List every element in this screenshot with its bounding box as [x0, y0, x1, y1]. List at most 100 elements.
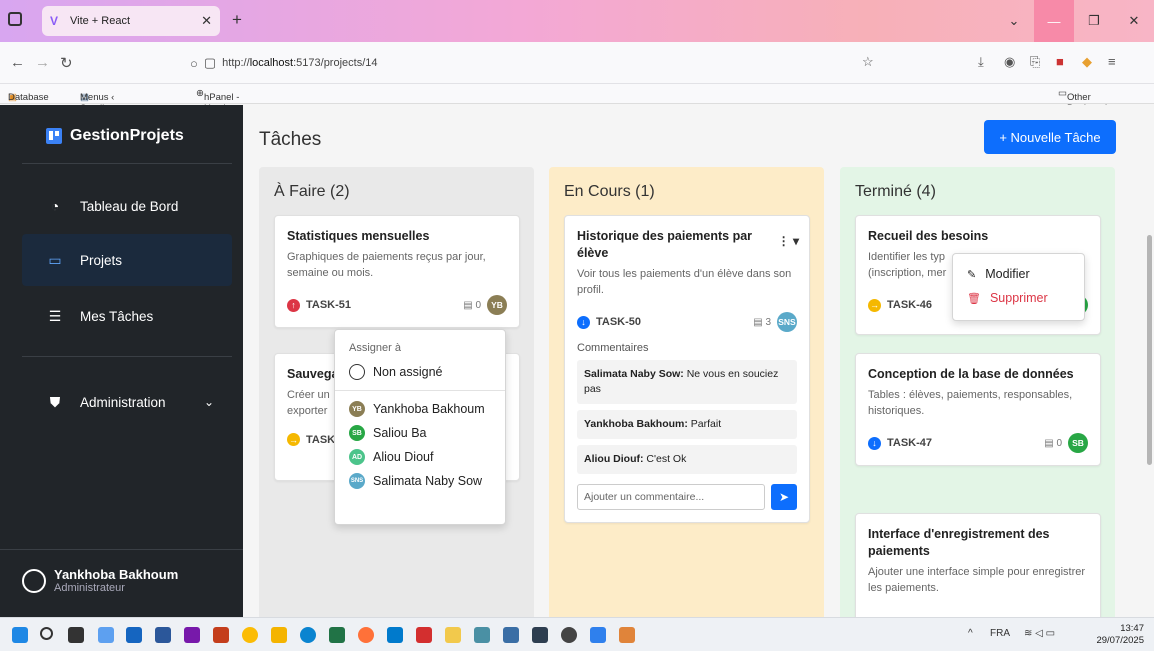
assign-option-user[interactable]: SNS Salimata Naby Sow [335, 469, 505, 493]
assignee-avatar[interactable]: SB [1068, 433, 1088, 453]
divider [22, 163, 232, 164]
avatar: YB [349, 401, 365, 417]
tab-title: Vite + React [70, 15, 131, 27]
other-bookmarks[interactable]: ▭ Other Bookmarks [1058, 88, 1115, 114]
user-name: Yankhoba Bakhoum [54, 567, 179, 582]
menu-icon[interactable]: ≡ [1108, 54, 1116, 69]
pdf-icon[interactable] [416, 627, 432, 643]
account-icon[interactable]: ◉ [1004, 54, 1015, 70]
clock[interactable]: 13:47 29/07/2025 [1096, 623, 1144, 647]
firefox-icon[interactable] [358, 627, 374, 643]
comment-count: ▤ 0 [463, 299, 481, 311]
task-card[interactable]: Statistiques mensuelles Graphiques de pa… [274, 215, 520, 328]
user-role: Administrateur [54, 582, 125, 594]
tab-overview-icon[interactable] [8, 12, 22, 26]
sidebar-item-my-tasks[interactable]: ☰ Mes Tâches [22, 290, 232, 342]
page-icon: ▢ [203, 55, 217, 70]
task-view-icon[interactable] [68, 627, 84, 643]
kanban-icon [46, 128, 62, 144]
assign-option-user[interactable]: YB Yankhoba Bakhoum [335, 397, 505, 421]
restore-icon[interactable]: ❐ [1074, 0, 1114, 42]
task-description: Tables : élèves, paiements, responsables… [868, 389, 1073, 417]
page-title: Tâches [259, 129, 322, 150]
trash-icon: 🗑 [967, 292, 981, 305]
search-icon[interactable] [40, 627, 53, 640]
column-title: En Cours (1) [564, 183, 655, 200]
powerpoint-icon[interactable] [213, 627, 229, 643]
assignee-avatar[interactable]: SNS [777, 312, 797, 332]
excel-icon[interactable] [329, 627, 345, 643]
assignee-avatar[interactable]: YB [487, 295, 507, 315]
list-all-tabs-icon[interactable]: ⌄ [994, 0, 1034, 42]
forward-icon[interactable]: → [35, 54, 50, 71]
delete-menu-item[interactable]: 🗑 Supprimer [953, 286, 1084, 310]
task-description: Ajouter une interface simple pour enregi… [868, 566, 1086, 594]
task-id: TASK-51 [306, 299, 352, 311]
app-icon[interactable] [445, 627, 461, 643]
minimize-icon[interactable]: — [1034, 0, 1074, 42]
language-indicator[interactable]: FRA [990, 628, 1010, 639]
current-user[interactable]: Yankhoba Bakhoum Administrateur [22, 567, 178, 594]
task-card[interactable]: Conception de la base de données Tables … [855, 353, 1101, 466]
clock-time: 13:47 [1120, 623, 1144, 634]
task-card[interactable]: ⋮ ▾ Historique des paiements par élève V… [564, 215, 810, 523]
sidebar-item-administration[interactable]: ⛊ Administration ⌄ [22, 376, 232, 428]
list-icon: ☰ [48, 307, 62, 324]
sidebar-item-dashboard[interactable]: ◔ Tableau de Bord [22, 180, 232, 232]
sidebar-item-projects[interactable]: ▭ Projets [22, 234, 232, 286]
widgets-icon[interactable] [98, 627, 114, 643]
bookmark-hpanel[interactable]: ⊕ hPanel - Hostinger [196, 88, 245, 114]
chevron-up-icon[interactable]: ^ [968, 628, 973, 639]
start-icon[interactable] [12, 627, 28, 643]
task-id: TASK-46 [887, 299, 933, 311]
close-tab-icon[interactable]: ✕ [201, 13, 212, 29]
windows-taskbar: ^ FRA ≋ ◁ ▭ 13:47 29/07/2025 [0, 617, 1154, 651]
vscode-icon[interactable] [387, 627, 403, 643]
camera-icon[interactable] [503, 627, 519, 643]
chatgpt-icon[interactable] [561, 627, 577, 643]
url-host: localhost [249, 57, 294, 69]
wifi-icon[interactable]: ≋ ◁ ▭ [1024, 628, 1055, 639]
divider [22, 356, 232, 357]
extension-orange-icon[interactable]: ◆ [1082, 54, 1092, 70]
onenote-icon[interactable] [184, 627, 200, 643]
bookmark-star-icon[interactable]: ☆ [862, 54, 874, 70]
edit-menu-item[interactable]: ✎ Modifier [953, 262, 1084, 286]
brand-logo[interactable]: GestionProjets [46, 127, 184, 145]
new-tab-icon[interactable]: + [232, 10, 242, 30]
terminal-icon[interactable] [532, 627, 548, 643]
assign-option-user[interactable]: SB Saliou Ba [335, 421, 505, 445]
edge-icon[interactable] [300, 627, 316, 643]
send-comment-button[interactable]: ➤ [771, 484, 797, 510]
comment-input[interactable]: Ajouter un commentaire... [577, 484, 765, 510]
url-bar[interactable]: ○ ▢ http://localhost:5173/projects/14 [190, 51, 890, 75]
task-title: Interface d'enregistrement des paiements [868, 527, 1050, 558]
scrollbar[interactable] [1147, 235, 1152, 465]
comment-count: ▤ 0 [1044, 437, 1062, 449]
chrome-icon[interactable] [242, 627, 258, 643]
reload-icon[interactable]: ↻ [60, 54, 73, 72]
browser-tab[interactable]: V Vite + React ✕ [42, 6, 220, 36]
comment-item: Aliou Diouf: C'est Ok [577, 445, 797, 474]
extensions-icon[interactable]: ⎘ [1030, 54, 1040, 70]
assign-option-user[interactable]: AD Aliou Diouf [335, 445, 505, 469]
window-controls: ⌄ — ❐ ✕ [994, 0, 1154, 42]
word-icon[interactable] [155, 627, 171, 643]
url-path: :5173/projects/14 [293, 57, 378, 69]
extension-red-icon[interactable]: ■ [1056, 54, 1064, 69]
app-icon[interactable] [619, 627, 635, 643]
more-options-icon[interactable]: ⋮ ▾ [778, 234, 799, 248]
app-icon[interactable] [474, 627, 490, 643]
vite-favicon-icon: V [50, 13, 59, 28]
sidebar-item-label: Projets [80, 252, 123, 268]
photos-icon[interactable] [590, 627, 606, 643]
close-window-icon[interactable]: ✕ [1114, 0, 1154, 42]
app-icon[interactable] [126, 627, 142, 643]
file-explorer-icon[interactable] [271, 627, 287, 643]
back-icon[interactable]: ← [10, 54, 25, 71]
new-task-button[interactable]: + Nouvelle Tâche [984, 120, 1116, 154]
task-card[interactable]: Interface d'enregistrement des paiements… [855, 513, 1101, 633]
brand-name: GestionProjets [70, 127, 184, 144]
assign-option-none[interactable]: Non assigné [335, 360, 505, 384]
download-icon[interactable]: ⤓ [978, 54, 984, 70]
